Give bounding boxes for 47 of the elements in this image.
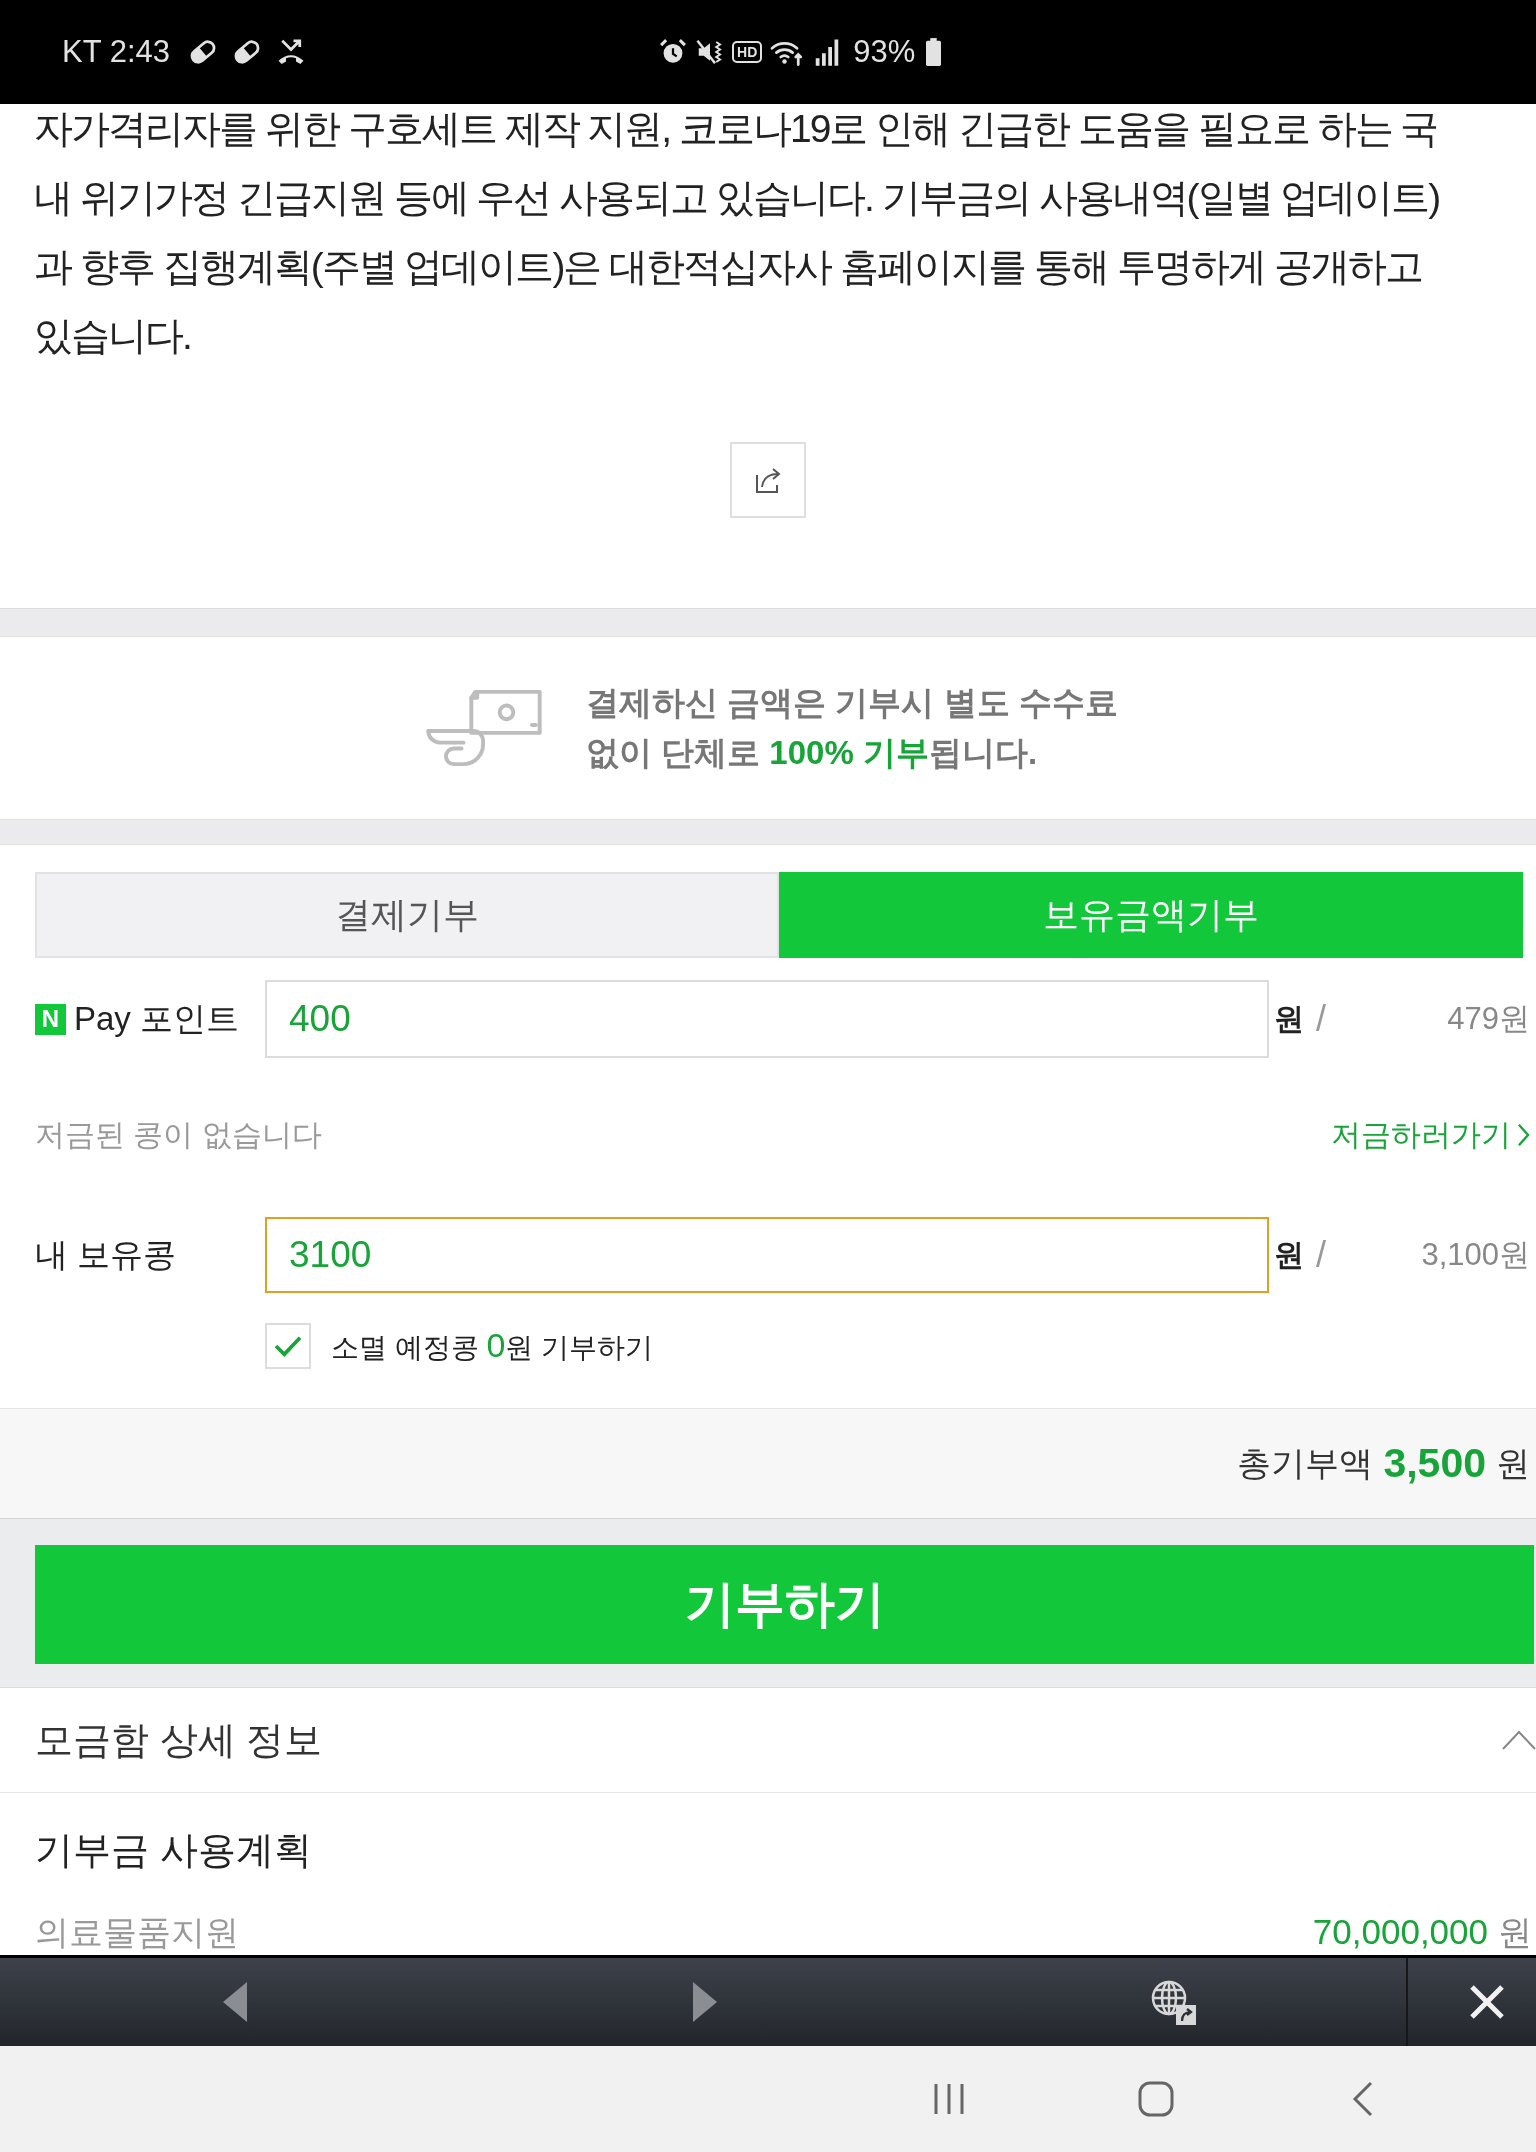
back-icon[interactable] xyxy=(1351,2081,1374,2117)
amount-field[interactable]: 400 xyxy=(265,980,1269,1058)
balance-amount: 3,100원 xyxy=(1421,1236,1530,1274)
details-title: 모금함 상세 정보 xyxy=(35,1717,323,1763)
tab[interactable]: 결제기부 xyxy=(35,872,779,958)
empty-beans-message: 저금된 콩이 없습니다 xyxy=(35,1116,322,1153)
checkbox[interactable] xyxy=(265,1323,311,1369)
donate-button[interactable]: 기부하기 xyxy=(35,1545,1534,1664)
tab[interactable]: 보유금액기부 xyxy=(779,872,1523,958)
notice-text: 결제하신 금액은 기부시 별도 수수료 없이 단체로 100% 기부됩니다. xyxy=(586,683,1119,773)
chevron-up-icon[interactable] xyxy=(1502,1730,1536,1750)
share-button[interactable] xyxy=(730,442,806,518)
pay-logo: N xyxy=(35,1003,66,1035)
checkmark-icon xyxy=(273,1334,303,1358)
total-amount: 3,500 xyxy=(1383,1440,1486,1487)
unit-label: 원 xyxy=(1274,1236,1304,1273)
separator-slash: / xyxy=(1316,1234,1326,1276)
save-beans-link[interactable]: 저금하러가기 xyxy=(1331,1114,1530,1156)
separator-slash: / xyxy=(1316,998,1326,1040)
plan-item-amount: 70,000,000 xyxy=(1312,1912,1488,1952)
missed-call-icon xyxy=(276,37,306,67)
hd-indicator: HD xyxy=(732,41,763,63)
total-unit: 원 xyxy=(1496,1442,1530,1484)
balance-amount: 479원 xyxy=(1447,1000,1530,1038)
battery-icon xyxy=(926,38,942,66)
details-header[interactable]: 모금함 상세 정보 xyxy=(0,1687,1536,1793)
pill-icon xyxy=(188,37,218,67)
checkbox-label: 소멸 예정콩 0원 기부하기 xyxy=(331,1325,654,1366)
amount-field[interactable]: 3100 xyxy=(265,1217,1269,1293)
close-icon[interactable] xyxy=(1469,1984,1505,2020)
vibrate-mute-icon xyxy=(695,37,725,67)
chevron-right-icon xyxy=(1517,1123,1530,1147)
plan-title: 기부금 사용계획 xyxy=(35,1828,313,1873)
pill-icon xyxy=(232,37,262,67)
globe-icon[interactable] xyxy=(1149,1978,1197,2026)
beans-label: 내 보유콩 xyxy=(35,1234,177,1275)
article-paragraph: 자가격리자를 위한 구호세트 제작 지원, 코로나19로 인해 긴급한 도움을 필요로 하는 국내 위기가정 긴급지원 등에 우선 사용되고 있습니다. 기부금의 사용내역(일별 업데이트)과 향후 집행계획(주별 업데이트)은 대한적십자사 홈페이지를 통해 투명하게 공개하고 있습니다. xyxy=(34,106,1441,359)
forward-icon[interactable] xyxy=(693,1982,717,2022)
pay-point-label: Pay 포인트 xyxy=(74,998,240,1039)
back-icon[interactable] xyxy=(223,1982,247,2022)
plan-item-name: 의료물품지원 xyxy=(35,1912,239,1953)
unit-label: 원 xyxy=(1274,1000,1304,1037)
total-label: 총기부액 xyxy=(1237,1442,1374,1484)
home-icon[interactable] xyxy=(1137,2081,1174,2117)
plan-item-unit: 원 xyxy=(1498,1912,1532,1953)
battery-percent: 93% xyxy=(853,34,916,70)
status-time: KT 2:43 xyxy=(62,34,170,70)
